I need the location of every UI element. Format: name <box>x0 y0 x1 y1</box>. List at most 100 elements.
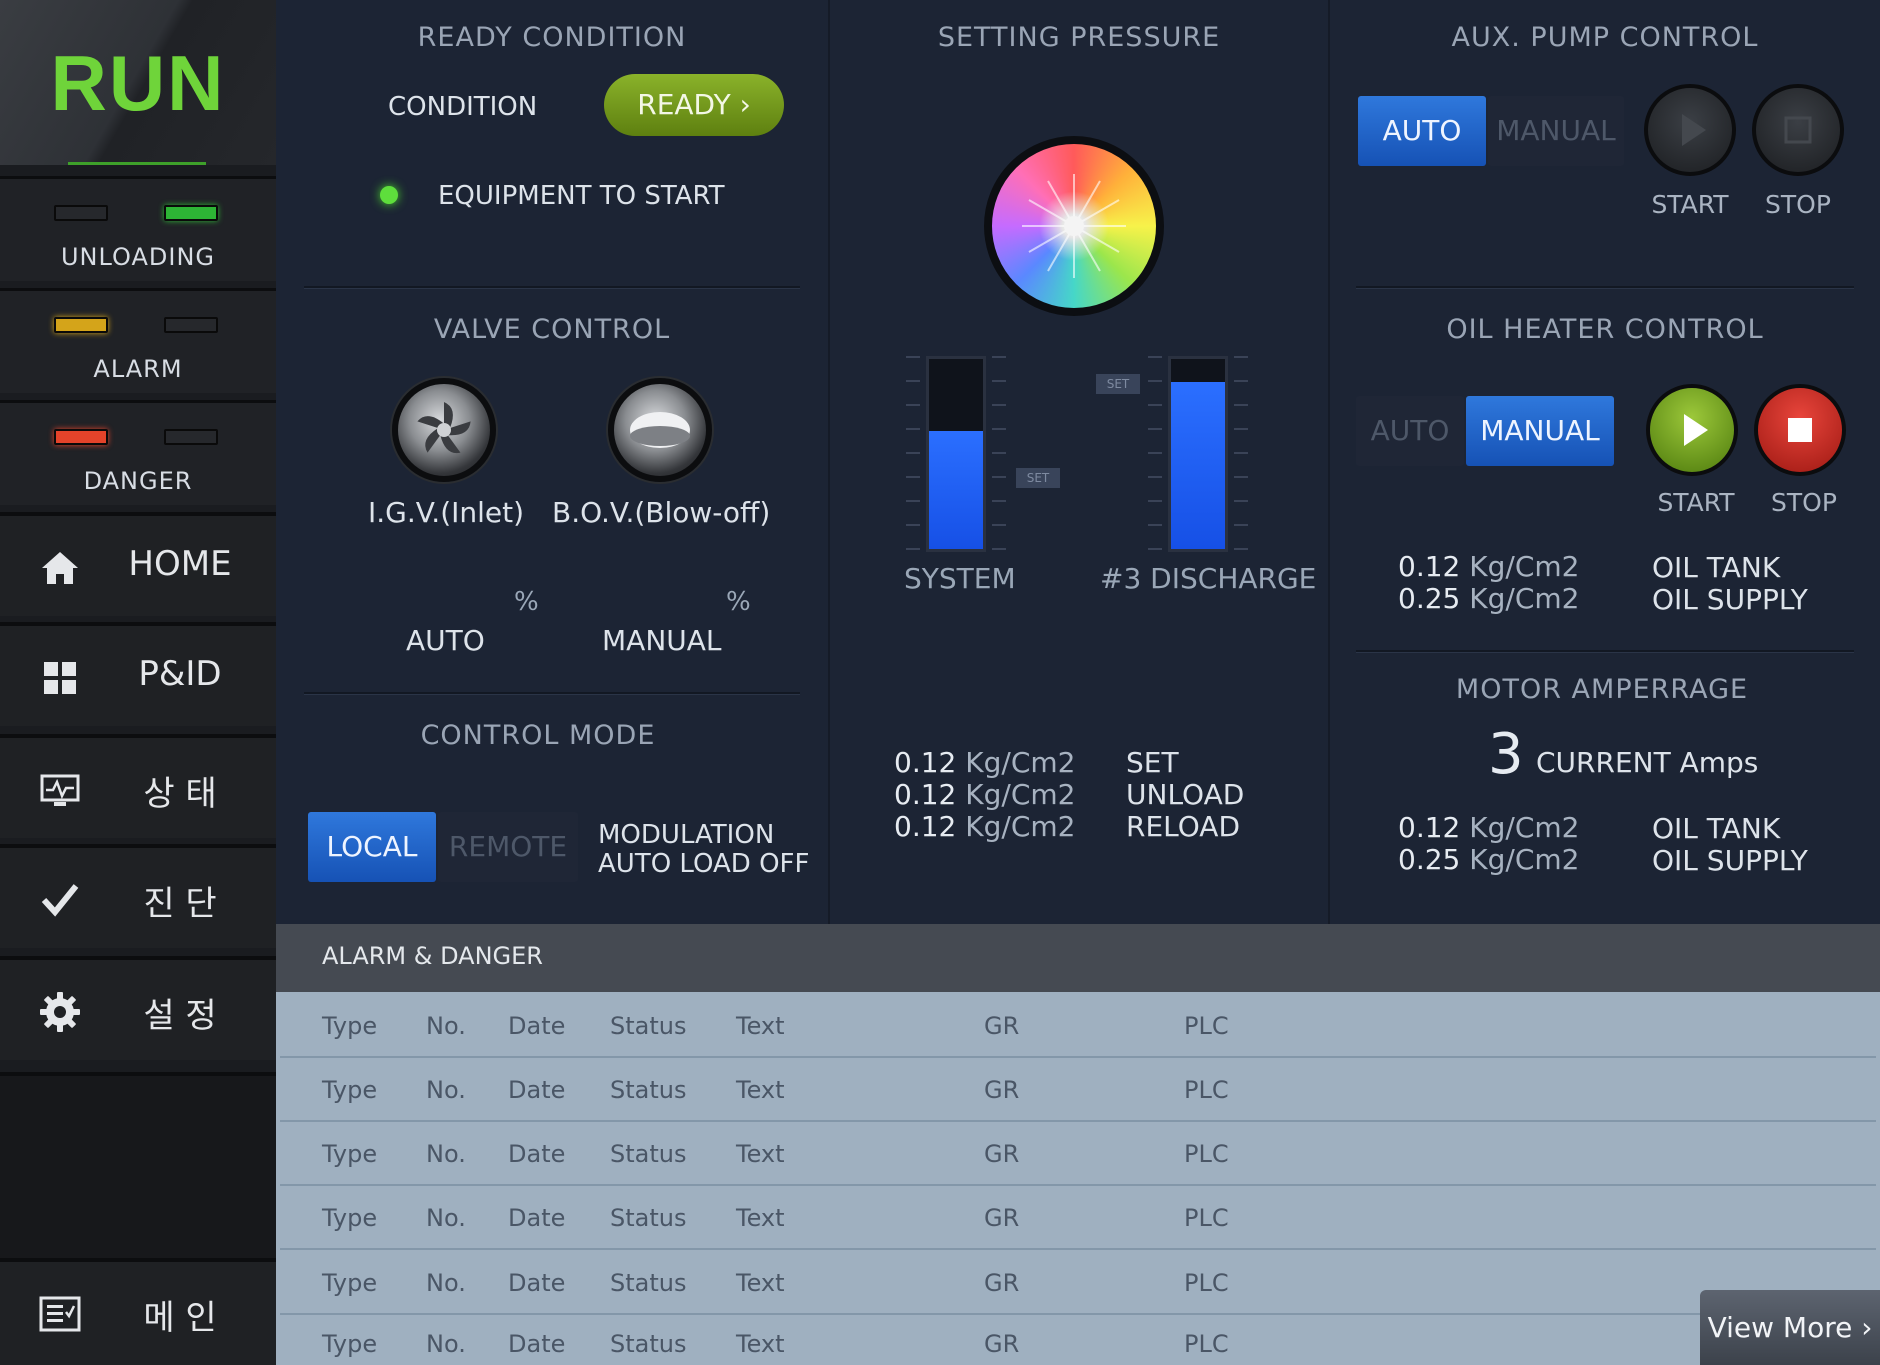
igv-knob[interactable] <box>392 378 496 482</box>
reload-pressure-label: RELOAD <box>1126 810 1241 843</box>
table-cell: No. <box>426 1076 466 1104</box>
table-cell: Text <box>736 1269 785 1297</box>
run-status-tile: RUN <box>0 0 276 165</box>
check-icon <box>41 884 79 917</box>
set-pressure-row: 0.12 Kg/Cm2 <box>894 746 1075 779</box>
oil-heater-tank-unit: Kg/Cm2 <box>1469 550 1580 583</box>
remote-button[interactable]: REMOTE <box>438 812 578 882</box>
stop-icon <box>1784 116 1812 144</box>
nav-item-status[interactable]: 상 태 <box>0 734 276 838</box>
table-cell: Type <box>322 1204 378 1232</box>
table-row[interactable]: Type No. Date Status Text GR PLC <box>280 1186 1876 1250</box>
alarm-danger-header: ALARM & DANGER <box>276 924 1880 992</box>
oil-heater-supply-unit: Kg/Cm2 <box>1469 582 1580 615</box>
aux-stop-button[interactable] <box>1752 84 1844 176</box>
fan-icon <box>417 402 471 454</box>
set-pressure-label: SET <box>1126 746 1179 779</box>
table-cell: PLC <box>1184 1330 1229 1358</box>
table-cell: Text <box>736 1140 785 1168</box>
equipment-to-start-label: EQUIPMENT TO START <box>438 181 725 211</box>
oil-heater-start-button[interactable] <box>1646 384 1738 476</box>
nav-label-status: 상 태 <box>143 774 217 814</box>
unloading-led-left <box>54 205 108 221</box>
system-gauge-ticks-left <box>906 356 920 552</box>
table-cell: Date <box>508 1330 566 1358</box>
view-more-button[interactable]: View More › <box>1700 1290 1880 1365</box>
table-row[interactable]: Type No. Date Status Text GR PLC <box>280 994 1876 1058</box>
table-cell: No. <box>426 1204 466 1232</box>
play-icon <box>1684 414 1708 446</box>
gear-icon <box>40 992 80 1032</box>
alarm-danger-title: ALARM & DANGER <box>322 942 543 970</box>
set-pressure-value: 0.12 <box>894 746 957 779</box>
table-row[interactable]: Type No. Date Status Text GR PLC <box>280 1122 1876 1186</box>
table-cell: GR <box>984 1012 1020 1040</box>
play-icon <box>1682 114 1706 146</box>
system-gauge-label: SYSTEM <box>904 562 1016 595</box>
valve-disc-icon <box>630 412 690 448</box>
motor-current-label: CURRENT Amps <box>1536 746 1759 779</box>
ready-button[interactable]: READY › <box>604 74 784 136</box>
table-cell: Status <box>610 1269 687 1297</box>
unload-pressure-label: UNLOAD <box>1126 778 1245 811</box>
bov-percent: % <box>726 587 751 617</box>
nav-item-settings[interactable]: 설 정 <box>0 956 276 1060</box>
local-button[interactable]: LOCAL <box>308 812 436 882</box>
aux-start-button[interactable] <box>1644 84 1736 176</box>
discharge-set-marker: SET <box>1096 374 1140 394</box>
table-cell: PLC <box>1184 1204 1229 1232</box>
table-cell: PLC <box>1184 1012 1229 1040</box>
oil-heater-stop-label: STOP <box>1771 488 1837 517</box>
unloading-led-right <box>164 205 218 221</box>
status-danger: DANGER <box>0 400 276 505</box>
left-divider-1 <box>304 286 800 289</box>
left-divider-2 <box>304 692 800 695</box>
valve-auto-label: AUTO <box>406 624 485 657</box>
oil-heater-auto-button[interactable]: AUTO <box>1356 396 1464 466</box>
nav-item-pid[interactable]: P&ID <box>0 622 276 726</box>
table-cell: GR <box>984 1076 1020 1104</box>
unload-pressure-value: 0.12 <box>894 778 957 811</box>
equipment-indicator <box>380 186 398 204</box>
nav-item-main[interactable]: 메 인 <box>0 1258 276 1365</box>
oil-heater-manual-button[interactable]: MANUAL <box>1466 396 1614 466</box>
nav-label-main: 메 인 <box>143 1298 217 1338</box>
motor-supply-value: 0.25 <box>1398 843 1461 876</box>
oil-heater-supply-label: OIL SUPPLY <box>1652 583 1808 616</box>
nav-label-settings: 설 정 <box>143 996 217 1036</box>
app-root: RUN UNLOADING ALARM DANGER HOME P&ID 상 태… <box>0 0 1880 1365</box>
oil-heater-supply-row: 0.25 Kg/Cm2 <box>1398 582 1579 615</box>
system-gauge-ticks-right <box>992 356 1006 552</box>
nav-item-diagnosis[interactable]: 진 단 <box>0 844 276 948</box>
monitor-icon <box>40 774 80 806</box>
left-column-panel <box>276 0 828 924</box>
table-row[interactable]: Type No. Date Status Text GR PLC <box>280 1058 1876 1122</box>
setting-pressure-title: SETTING PRESSURE <box>937 22 1221 53</box>
nav-item-home[interactable]: HOME <box>0 512 276 616</box>
table-cell: Text <box>736 1204 785 1232</box>
sidebar-spacer <box>0 1072 276 1258</box>
table-cell: GR <box>984 1269 1020 1297</box>
right-divider-2 <box>1356 650 1854 653</box>
unloading-label: UNLOADING <box>60 243 216 271</box>
discharge-gauge-fill <box>1171 381 1225 549</box>
oil-heater-stop-button[interactable] <box>1754 384 1846 476</box>
aux-pump-title: AUX. PUMP CONTROL <box>1451 22 1759 53</box>
home-icon <box>42 552 78 584</box>
table-cell: GR <box>984 1140 1020 1168</box>
table-row[interactable]: Type No. Date Status Text GR PLC <box>280 1251 1876 1315</box>
bov-knob[interactable] <box>608 378 712 482</box>
table-cell: Status <box>610 1012 687 1040</box>
system-gauge-fill <box>929 431 983 549</box>
table-row[interactable]: Type No. Date Status Text GR PLC <box>280 1312 1876 1365</box>
aux-manual-button[interactable]: MANUAL <box>1488 96 1624 166</box>
nav-label-diagnosis: 진 단 <box>143 884 217 924</box>
pressure-color-dial[interactable] <box>984 136 1164 316</box>
alarm-danger-panel: ALARM & DANGER Type No. Date Status Text GR PL… <box>276 924 1880 1365</box>
table-cell: PLC <box>1184 1076 1229 1104</box>
table-cell: Status <box>610 1076 687 1104</box>
discharge-gauge-ticks-left <box>1148 356 1162 552</box>
motor-supply-label: OIL SUPPLY <box>1652 844 1808 877</box>
aux-auto-button[interactable]: AUTO <box>1358 96 1486 166</box>
alarm-led-right <box>164 317 218 333</box>
